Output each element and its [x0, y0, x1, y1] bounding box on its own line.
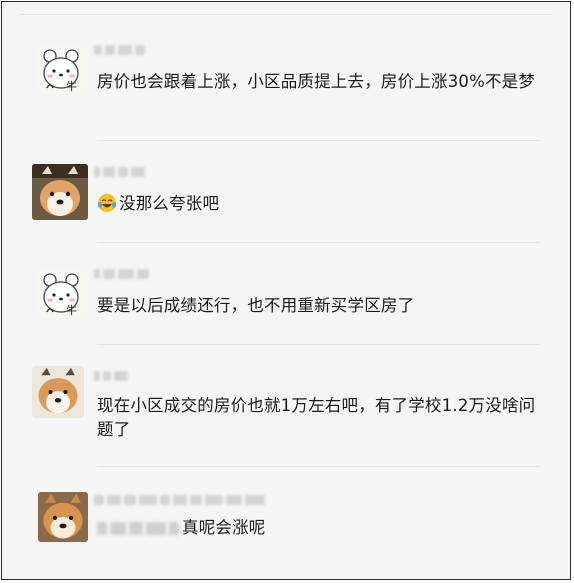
comment-item: 牛 要是以后成绩还行，也不用重新买学区房了	[32, 268, 540, 348]
top-divider	[20, 14, 552, 15]
shiba-avatar-icon[interactable]	[32, 366, 84, 418]
shiba-avatar-icon[interactable]	[38, 492, 88, 542]
comment-divider	[97, 140, 540, 141]
username-redacted	[94, 494, 265, 506]
comment-text-row: 真呢会涨呢	[97, 516, 540, 540]
username-redacted	[94, 44, 145, 56]
comment-item: 没那么夸张吧	[32, 164, 540, 244]
comment-panel: 牛 房价也会跟着上涨，小区品质提上去，房价上涨30%不是梦 没那么夸张吧 牛 要…	[1, 1, 571, 580]
username-redacted	[94, 268, 149, 280]
comment-divider	[97, 344, 540, 345]
comment-text: 没那么夸张吧	[119, 194, 220, 213]
comment-text: 现在小区成交的房价也就1万左右吧，有了学校1.2万没啥问题了	[97, 396, 536, 439]
comment-text-row: 没那么夸张吧	[97, 192, 540, 216]
comment-text: 要是以后成绩还行，也不用重新买学区房了	[97, 296, 415, 315]
comment-item: 真呢会涨呢	[32, 492, 540, 552]
comment-divider	[97, 466, 540, 467]
bear-avatar-icon[interactable]: 牛	[36, 268, 86, 318]
comment-item: 牛 房价也会跟着上涨，小区品质提上去，房价上涨30%不是梦	[32, 44, 540, 144]
comment-text: 真呢会涨呢	[182, 518, 266, 537]
comment-item: 现在小区成交的房价也就1万左右吧，有了学校1.2万没啥问题了	[32, 366, 540, 470]
svg-text:牛: 牛	[66, 303, 77, 317]
username-redacted	[94, 166, 145, 178]
comment-divider	[97, 242, 540, 243]
shiba-avatar-icon[interactable]	[32, 164, 88, 220]
laughing-crying-emoji-icon	[98, 194, 116, 212]
bear-avatar-icon[interactable]: 牛	[36, 44, 86, 94]
svg-text:牛: 牛	[66, 79, 77, 93]
redacted-mention	[97, 522, 179, 535]
username-redacted	[94, 370, 128, 382]
comment-text: 房价也会跟着上涨，小区品质提上去，房价上涨30%不是梦	[97, 72, 536, 91]
